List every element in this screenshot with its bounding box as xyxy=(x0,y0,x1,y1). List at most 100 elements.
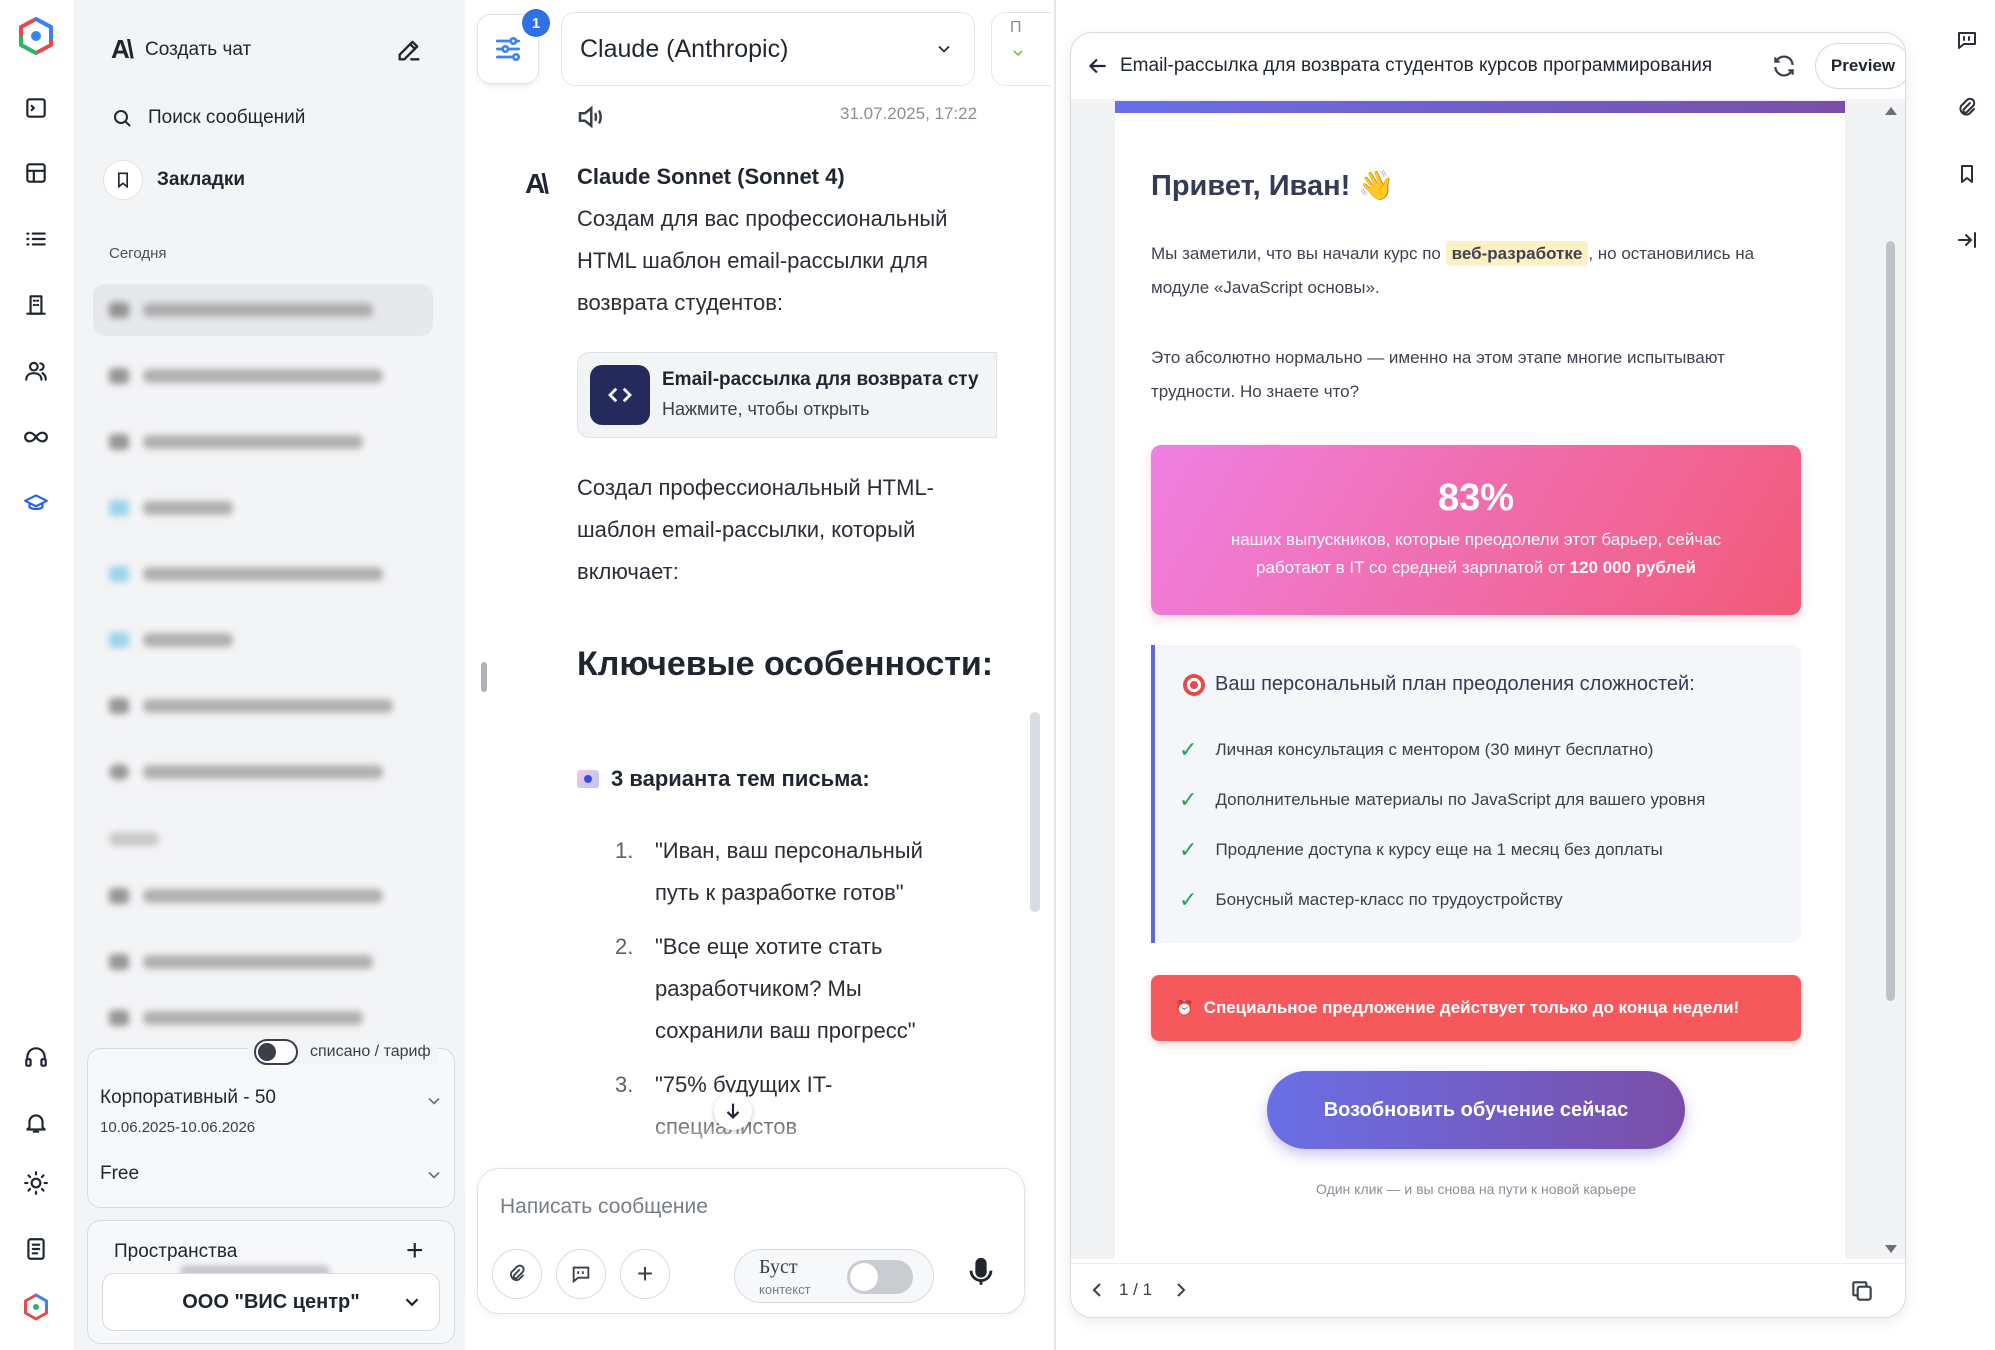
message-input[interactable]: Написать сообщение xyxy=(500,1195,708,1219)
app-logo-icon[interactable] xyxy=(16,16,56,56)
chat-item[interactable] xyxy=(95,620,415,660)
list-text: "Иван, ваш персональный путь к разработк… xyxy=(655,838,923,905)
plan-tier[interactable]: Free xyxy=(100,1163,139,1185)
bookmark-icon[interactable] xyxy=(1955,162,1985,192)
users-icon[interactable] xyxy=(19,354,53,388)
billing-toggle[interactable]: списано / тариф xyxy=(248,1039,437,1065)
edit-icon[interactable] xyxy=(395,36,423,69)
spaces-label: Пространства xyxy=(114,1241,238,1262)
search-messages[interactable]: Поиск сообщений xyxy=(110,106,305,130)
scroll-down-button[interactable] xyxy=(714,1092,752,1130)
new-chat-button[interactable]: A\ Создать чат xyxy=(111,34,251,65)
stat-line-2-text: работают в IT со средней зарплатой от xyxy=(1256,558,1570,577)
scrollbar-thumb[interactable] xyxy=(1886,241,1895,1001)
add-space-icon[interactable]: + xyxy=(406,1231,424,1271)
chevron-right-icon[interactable] xyxy=(1169,1278,1193,1307)
building-icon[interactable] xyxy=(19,288,53,322)
attach-button[interactable] xyxy=(492,1249,542,1299)
chat-item[interactable] xyxy=(95,488,415,528)
chat-item[interactable] xyxy=(95,1008,415,1028)
message-composer: Написать сообщение + Буст контекст xyxy=(477,1168,1025,1314)
intro-text: Создам для вас профессиональный HTML шаб… xyxy=(577,206,948,315)
chat-item[interactable] xyxy=(95,752,415,792)
search-icon xyxy=(114,110,131,127)
preview-button[interactable]: Preview xyxy=(1815,43,1905,89)
notes-icon[interactable] xyxy=(19,1232,53,1266)
chat-item[interactable] xyxy=(95,942,415,982)
anthropic-logo-icon: A\ xyxy=(111,34,134,64)
scrollbar-thumb[interactable] xyxy=(1030,712,1040,912)
boost-label: Буст xyxy=(759,1256,798,1278)
offer-text: Специальное предложение действует только… xyxy=(1203,998,1740,1017)
chat-column: 1 Claude (Anthropic) П 31.07.2025, 17:22… xyxy=(465,0,1055,1350)
cta-button[interactable]: Возобновить обучение сейчас xyxy=(1267,1071,1685,1149)
new-chat-label: Создать чат xyxy=(145,38,252,60)
sliders-icon xyxy=(496,37,520,61)
chevron-down-icon xyxy=(405,1298,419,1307)
subheading-row: 3 варианта тем письма: xyxy=(577,766,870,792)
headset-icon[interactable] xyxy=(19,1040,53,1074)
paperclip-icon xyxy=(510,1264,525,1281)
toggle-switch[interactable] xyxy=(254,1039,298,1065)
chat-quote-icon xyxy=(572,1266,590,1284)
search-label: Поиск сообщений xyxy=(148,107,306,128)
app-mini-logo-icon[interactable] xyxy=(19,1290,53,1324)
stat-banner: 83% наших выпускников, которые преодолел… xyxy=(1151,445,1801,615)
sun-icon[interactable] xyxy=(19,1166,53,1200)
artifact-card[interactable]: Email-рассылка для возврата сту Нажмите,… xyxy=(577,352,997,438)
speaker-icon[interactable] xyxy=(575,102,605,137)
bell-icon[interactable] xyxy=(19,1106,53,1140)
preview-scrollbar[interactable] xyxy=(1879,101,1901,1261)
chat-item[interactable] xyxy=(95,290,415,330)
toggle-switch[interactable] xyxy=(847,1260,913,1294)
resize-handle[interactable] xyxy=(481,662,487,692)
refresh-icon[interactable] xyxy=(1771,53,1797,84)
space-select[interactable]: ООО "ВИС центр" xyxy=(102,1273,440,1331)
check-icon: ✓ xyxy=(1179,837,1198,862)
peek-tab-label: П xyxy=(1010,19,1022,36)
infinity-icon[interactable] xyxy=(19,420,53,454)
table-icon[interactable] xyxy=(19,156,53,190)
preview-title: Email-рассылка для возврата студентов ку… xyxy=(1120,55,1713,76)
paperclip-icon[interactable] xyxy=(1955,96,1985,126)
email-footer-note: Один клик — и вы снова на пути к новой к… xyxy=(1315,1181,1637,1197)
plus-button[interactable]: + xyxy=(620,1249,670,1299)
message-timestamp: 31.07.2025, 17:22 xyxy=(840,104,978,123)
email-top-bar xyxy=(1115,101,1845,113)
prompts-button[interactable] xyxy=(556,1249,606,1299)
chat-item[interactable] xyxy=(95,554,415,594)
chevron-down-icon[interactable] xyxy=(424,1091,444,1116)
chevron-left-icon[interactable] xyxy=(1085,1278,1109,1307)
model-select[interactable]: Claude (Anthropic) xyxy=(561,12,975,86)
settings-button[interactable]: 1 xyxy=(477,9,550,84)
email-body: Привет, Иван! 👋 Мы заметили, что вы нача… xyxy=(1115,101,1845,1261)
chat-item[interactable] xyxy=(95,686,415,726)
scroll-up-icon[interactable] xyxy=(1885,107,1897,115)
email-greeting: Привет, Иван! 👋 xyxy=(1151,170,1395,202)
panel-divider[interactable] xyxy=(1054,0,1056,1350)
subheading: 3 варианта тем письма: xyxy=(611,766,870,791)
list-num: 2. xyxy=(615,934,634,959)
preview-footer: 1 / 1 xyxy=(1071,1263,1905,1317)
chevron-down-icon xyxy=(938,45,950,53)
second-model-tab[interactable]: П xyxy=(991,12,1051,86)
scroll-down-icon[interactable] xyxy=(1885,1245,1897,1253)
target-icon xyxy=(1183,673,1205,696)
chat-item[interactable] xyxy=(95,422,415,462)
bookmarks-link[interactable]: Закладки xyxy=(103,160,245,200)
graduation-cap-icon[interactable] xyxy=(19,486,53,520)
back-arrow-icon[interactable] xyxy=(1085,53,1111,84)
copy-icon[interactable] xyxy=(1849,1278,1875,1309)
plan-dates: 10.06.2025-10.06.2026 xyxy=(100,1119,256,1136)
chevron-down-icon[interactable] xyxy=(424,1165,444,1190)
envelope-emoji-icon xyxy=(577,770,599,788)
microphone-icon[interactable] xyxy=(964,1255,998,1294)
chat-quote-icon[interactable] xyxy=(1955,28,1985,58)
stat-line-1: наших выпускников, которые преодолели эт… xyxy=(1230,530,1722,549)
list-icon[interactable] xyxy=(19,222,53,256)
chat-item[interactable] xyxy=(95,356,415,396)
boost-toggle[interactable]: Буст контекст xyxy=(734,1249,934,1303)
chat-item[interactable] xyxy=(95,876,415,916)
collapse-panel-icon[interactable] xyxy=(1955,228,1985,258)
terminal-icon[interactable] xyxy=(19,91,53,125)
